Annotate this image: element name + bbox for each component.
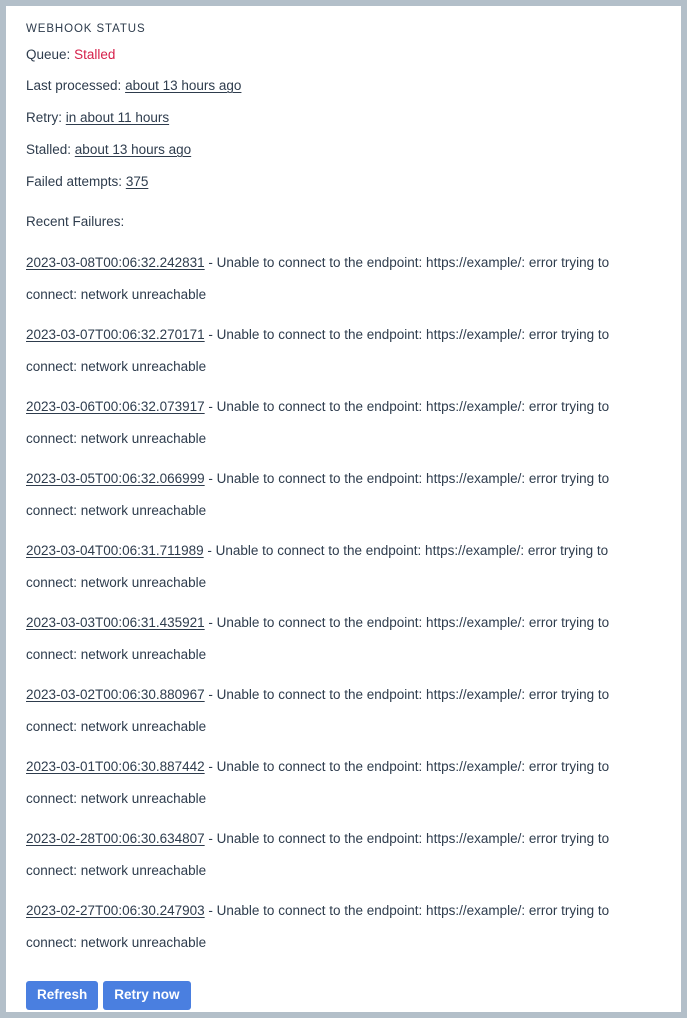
- action-buttons: Refresh Retry now: [26, 981, 661, 1012]
- queue-label: Queue:: [26, 47, 71, 62]
- failure-timestamp[interactable]: 2023-03-03T00:06:31.435921: [26, 615, 205, 630]
- last-processed-value[interactable]: about 13 hours ago: [125, 78, 241, 93]
- failure-timestamp[interactable]: 2023-03-05T00:06:32.066999: [26, 471, 205, 486]
- recent-failures-list: 2023-03-08T00:06:32.242831 - Unable to c…: [26, 247, 661, 959]
- list-item: 2023-03-06T00:06:32.073917 - Unable to c…: [26, 391, 638, 455]
- failure-timestamp[interactable]: 2023-03-02T00:06:30.880967: [26, 687, 205, 702]
- failure-timestamp[interactable]: 2023-03-06T00:06:32.073917: [26, 399, 205, 414]
- page-title: WEBHOOK STATUS: [26, 23, 146, 35]
- stalled-row: Stalled: about 13 hours ago: [26, 141, 661, 159]
- stalled-label: Stalled:: [26, 142, 72, 157]
- webhook-status-content: WEBHOOK STATUS Queue: Stalled Last proce…: [6, 6, 681, 1012]
- last-processed-row: Last processed: about 13 hours ago: [26, 77, 661, 95]
- status-badge: Stalled: [74, 47, 116, 62]
- list-item: 2023-03-03T00:06:31.435921 - Unable to c…: [26, 607, 638, 671]
- retry-label: Retry:: [26, 110, 63, 125]
- list-item: 2023-03-01T00:06:30.887442 - Unable to c…: [26, 751, 638, 815]
- retry-row: Retry: in about 11 hours: [26, 109, 661, 127]
- stalled-value[interactable]: about 13 hours ago: [75, 142, 191, 157]
- failed-attempts-value[interactable]: 375: [126, 174, 149, 189]
- list-item: 2023-02-27T00:06:30.247903 - Unable to c…: [26, 895, 638, 959]
- last-processed-label: Last processed:: [26, 78, 122, 93]
- list-item: 2023-03-07T00:06:32.270171 - Unable to c…: [26, 319, 638, 383]
- list-item: 2023-03-04T00:06:31.711989 - Unable to c…: [26, 535, 638, 599]
- failure-timestamp[interactable]: 2023-03-08T00:06:32.242831: [26, 255, 205, 270]
- list-item: 2023-02-28T00:06:30.634807 - Unable to c…: [26, 823, 638, 887]
- failure-timestamp[interactable]: 2023-02-27T00:06:30.247903: [26, 903, 205, 918]
- queue-status-row: Queue: Stalled: [26, 46, 661, 64]
- failure-timestamp[interactable]: 2023-03-07T00:06:32.270171: [26, 327, 205, 342]
- recent-failures-label: Recent Failures:: [26, 214, 125, 229]
- refresh-button[interactable]: Refresh: [26, 981, 99, 1010]
- webhook-status-card: WEBHOOK STATUS Queue: Stalled Last proce…: [6, 6, 681, 1012]
- failure-timestamp[interactable]: 2023-02-28T00:06:30.634807: [26, 831, 205, 846]
- list-item: 2023-03-05T00:06:32.066999 - Unable to c…: [26, 463, 638, 527]
- retry-now-button[interactable]: Retry now: [103, 981, 191, 1010]
- retry-value[interactable]: in about 11 hours: [66, 110, 169, 125]
- failed-attempts-label: Failed attempts:: [26, 174, 123, 189]
- failed-attempts-row: Failed attempts: 375: [26, 173, 661, 191]
- list-item: 2023-03-08T00:06:32.242831 - Unable to c…: [26, 247, 638, 311]
- failure-timestamp[interactable]: 2023-03-01T00:06:30.887442: [26, 759, 205, 774]
- list-item: 2023-03-02T00:06:30.880967 - Unable to c…: [26, 679, 638, 743]
- failure-timestamp[interactable]: 2023-03-04T00:06:31.711989: [26, 543, 204, 558]
